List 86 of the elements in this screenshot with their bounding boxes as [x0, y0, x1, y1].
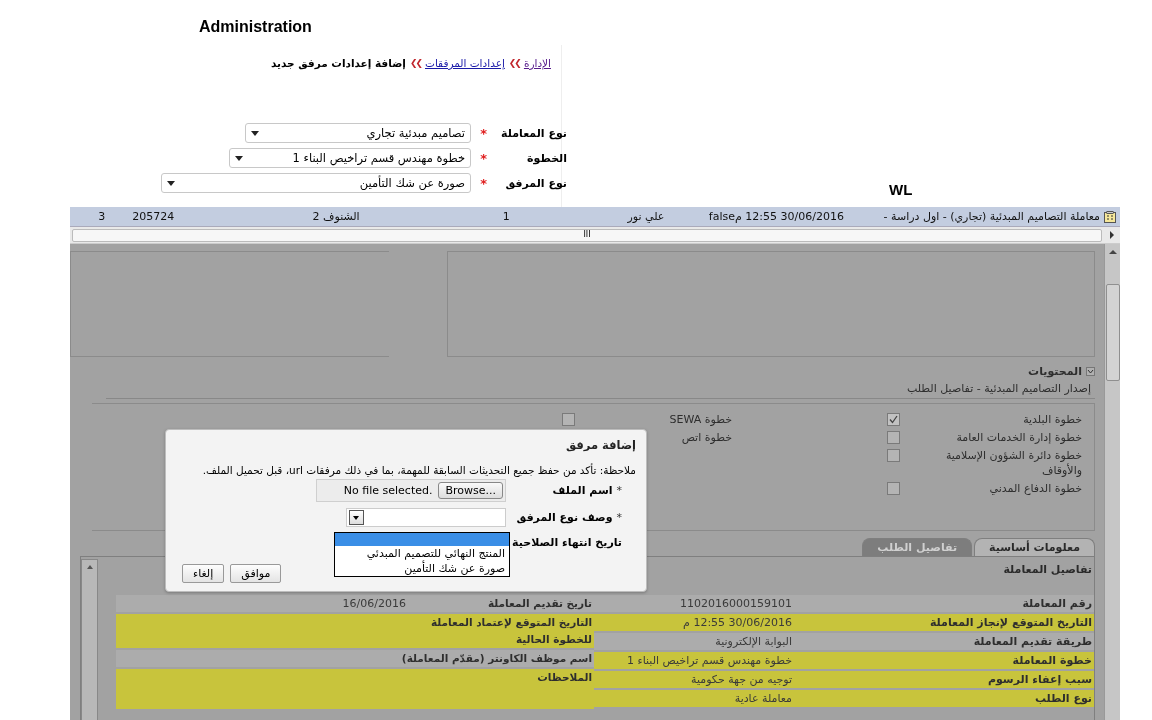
field-label: وصف نوع المرفق	[516, 511, 613, 524]
required-marker: *	[616, 484, 622, 497]
dropdown-option[interactable]: صورة عن شك التأمين	[335, 561, 509, 576]
field-value: 1102016000159101	[680, 596, 792, 612]
scroll-grip: III	[583, 231, 591, 239]
step-label: خطوة SEWA	[669, 412, 732, 427]
task-icon	[1104, 210, 1116, 223]
breadcrumb-link[interactable]: إعدادات المرفقات	[425, 57, 505, 69]
field-label: سبب إعفاء الرسوم	[986, 672, 1093, 688]
table-cell-text: علي نور	[626, 210, 665, 223]
caret-icon	[251, 130, 259, 136]
note-text: ملاحظة: تأكد من حفظ جميع التحديثات السابقة للمهمة، بما في ذلك مرفقات url، قبل تحميل الملف.	[201, 464, 636, 476]
field-label: التاريخ المتوقع لإعتماد المعاملة للخطوة الحالية	[429, 615, 593, 648]
vertical-scrollbar[interactable]	[81, 559, 98, 720]
page-title: Administration	[198, 17, 313, 37]
field-value: 30/06/2016 12:55 م	[683, 615, 792, 631]
checkbox[interactable]	[887, 413, 900, 426]
table-cell-text: 3	[97, 210, 106, 223]
step-label: خطوة الدفاع المدني	[988, 481, 1082, 496]
dialog-title: إضافة مرفق	[564, 438, 636, 452]
dropdown-field[interactable]: تصاميم مبدئية تجاري	[245, 123, 471, 143]
dialog-button[interactable]: إلغاء	[182, 564, 225, 583]
browse-button[interactable]: Browse...	[438, 482, 503, 499]
vertical-scrollbar[interactable]	[1104, 244, 1120, 720]
scrollbar-thumb[interactable]	[1105, 284, 1120, 381]
field-label: رقم المعاملة	[1021, 596, 1093, 612]
breadcrumb-current: إضافة إعدادات مرفق جديد	[271, 57, 406, 69]
dropdown-field[interactable]: خطوة مهندس قسم تراخيص البناء 1	[229, 148, 471, 168]
required-marker: *	[479, 125, 487, 141]
field-label: اسم موظف الكاونتر (مقدّم المعاملة)	[400, 651, 593, 667]
table-cell-text: 1	[501, 210, 510, 223]
dropdown-field[interactable]: صورة عن شك التأمين	[161, 173, 471, 193]
field-label: نوع الطلب	[1033, 691, 1093, 707]
field-value: البوابة الإلكترونية	[715, 634, 792, 650]
step-label: خطوة اتص	[681, 430, 732, 445]
section-heading: المحتويات	[1028, 364, 1082, 378]
breadcrumb-separator-icon: ❯❯	[508, 58, 520, 68]
step-label: خطوة البلدية	[1022, 412, 1082, 427]
field-label: طريقة تقديم المعاملة	[972, 634, 1093, 650]
caret-icon	[235, 155, 243, 161]
field-label: اسم الملف	[552, 484, 613, 497]
file-input[interactable]: No file selected. Browse...	[316, 479, 506, 502]
field-label: الملاحظات	[536, 670, 593, 685]
field-label: التاريخ المتوقع لإنجاز المعاملة	[928, 615, 1093, 631]
field-label: الخطوة	[526, 151, 567, 165]
breadcrumb-link[interactable]: الإدارة	[523, 57, 551, 69]
field-value: خطوة مهندس قسم تراخيص البناء 1	[627, 653, 792, 669]
dropdown-field[interactable]	[346, 508, 506, 527]
scrollbar-thumb[interactable]: III	[72, 228, 1102, 242]
table-cell-text: الشنوف 2	[311, 210, 360, 223]
required-marker: *	[479, 175, 487, 191]
field-label: خطوة المعاملة	[1011, 653, 1093, 669]
table-cell-text: false	[707, 210, 735, 223]
caret-icon[interactable]	[349, 510, 364, 525]
breadcrumb-separator-icon: ❯❯	[409, 58, 421, 68]
dialog-button[interactable]: موافق	[230, 564, 282, 583]
step-label: خطوة دائرة الشؤون الإسلامية والأوقاف	[944, 448, 1082, 478]
scroll-right-icon[interactable]	[1110, 231, 1114, 239]
table-cell: 30/06/2016 12:55 م	[735, 210, 844, 223]
section-label: WL	[889, 181, 913, 199]
tab[interactable]: معلومات أساسية	[974, 538, 1095, 556]
scroll-up-icon[interactable]	[86, 565, 93, 569]
checkbox[interactable]	[562, 413, 575, 426]
file-status: No file selected.	[343, 484, 433, 497]
required-marker: *	[479, 150, 487, 166]
checkbox[interactable]	[887, 431, 900, 444]
field-label: تاريخ انتهاء الصلاحية	[511, 535, 623, 549]
field-value: معاملة عادية	[734, 691, 792, 707]
required-marker: *	[616, 511, 622, 524]
table-cell-text: 205724	[131, 210, 175, 223]
scroll-up-icon[interactable]	[1108, 250, 1117, 254]
field-value: 16/06/2016	[342, 596, 406, 612]
checkbox[interactable]	[887, 482, 900, 495]
step-label: خطوة إدارة الخدمات العامة	[955, 430, 1082, 445]
section-title: تفاصيل المعاملة	[1003, 563, 1093, 576]
field-label: نوع المرفق	[504, 176, 567, 190]
section-subtitle: إصدار التصاميم المبدئية - تفاصيل الطلب	[106, 382, 1095, 399]
caret-icon	[167, 180, 175, 186]
dropdown-option[interactable]: المنتج النهائي للتصميم المبدئي	[335, 546, 509, 561]
horizontal-scrollbar[interactable]: III	[70, 227, 1120, 244]
field-label: تاريخ تقديم المعاملة	[486, 596, 593, 612]
field-value: توجيه من جهة حكومية	[691, 672, 792, 688]
checkbox[interactable]	[887, 449, 900, 462]
collapse-toggle-icon[interactable]	[1086, 366, 1095, 376]
field-label: نوع المعاملة	[500, 126, 567, 140]
table-cell-text: معاملة التصاميم المبدئية (تجاري) - اول دراسة -	[882, 210, 1100, 223]
